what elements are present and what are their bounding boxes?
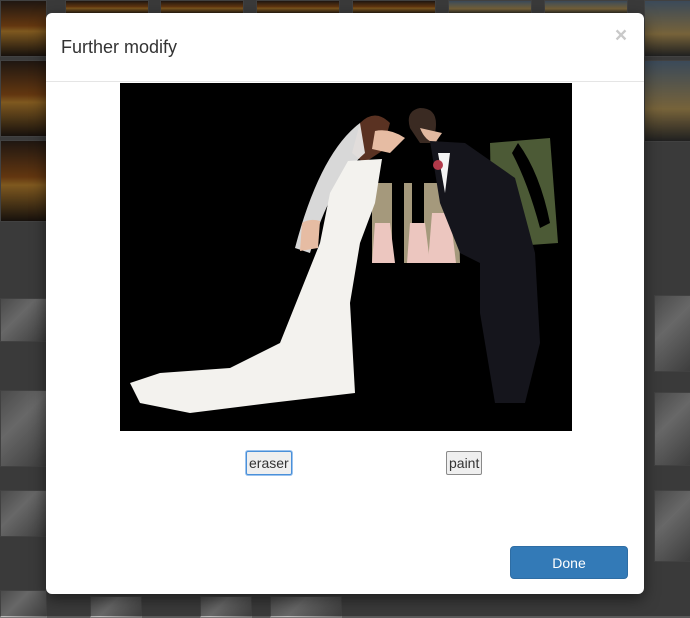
paint-button[interactable]: paint [446, 451, 483, 475]
close-icon[interactable]: × [613, 25, 629, 47]
done-button[interactable]: Done [510, 546, 628, 579]
editing-canvas[interactable] [120, 83, 572, 431]
bride-arm [300, 219, 320, 251]
modal-title: Further modify [61, 37, 178, 57]
modal-header: Further modify × [46, 13, 644, 82]
eraser-stroke [392, 158, 404, 268]
bride-face [372, 130, 405, 153]
further-modify-dialog: Further modify × eraser paint Done [46, 13, 644, 594]
cutout-photo [130, 108, 558, 413]
eraser-button[interactable]: eraser [246, 451, 292, 475]
boutonniere [433, 160, 443, 170]
bride-dress [130, 159, 382, 413]
